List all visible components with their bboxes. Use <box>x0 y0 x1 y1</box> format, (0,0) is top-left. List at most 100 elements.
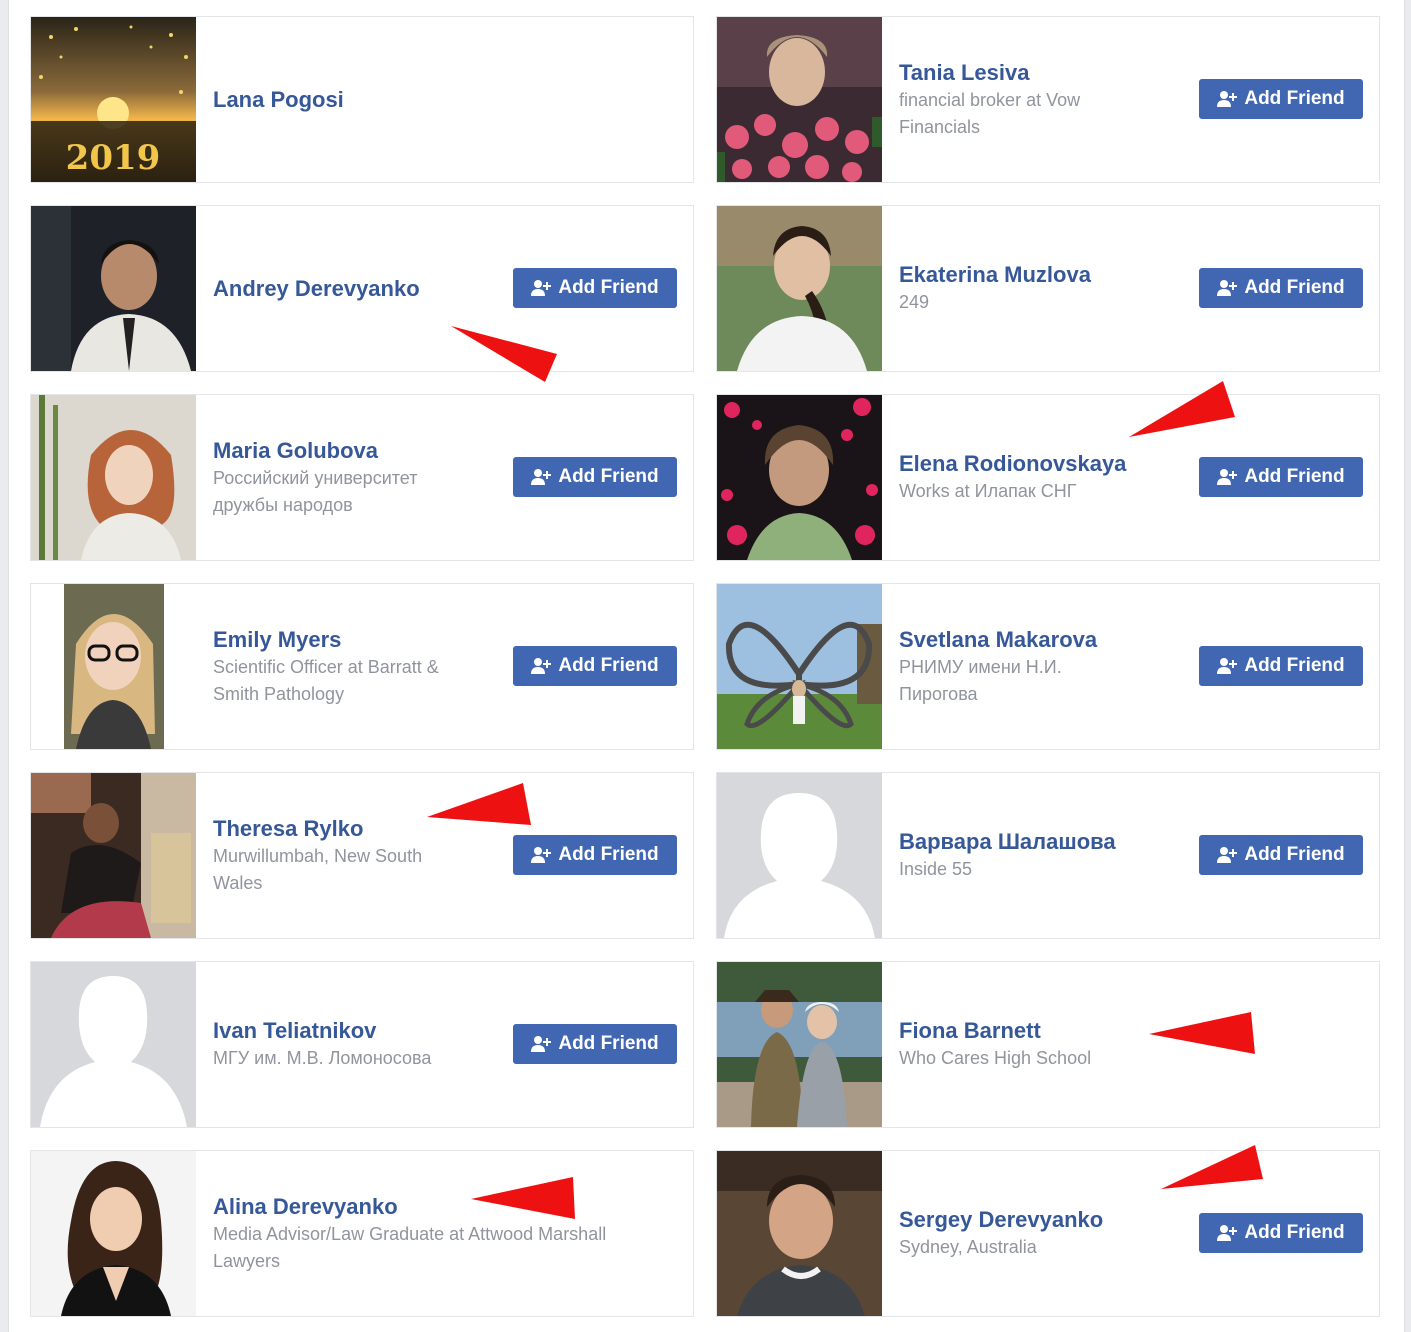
butterfly-sculpture-photo[interactable] <box>717 584 882 749</box>
friend-subtitle-line: РНИМУ имени Н.И. <box>899 656 1062 677</box>
friend-info: Alina Derevyanko Media Advisor/Law Gradu… <box>213 1151 683 1316</box>
add-friend-button[interactable]: Add Friend <box>1199 835 1363 875</box>
red-annotation-arrow <box>1129 381 1235 437</box>
add-friend-label: Add Friend <box>558 466 659 487</box>
friend-name[interactable]: Andrey Derevyanko <box>213 275 503 303</box>
friend-card: Emily Myers Scientific Officer at Barrat… <box>30 583 694 750</box>
add-person-icon <box>531 1035 552 1053</box>
man-portrait-photo[interactable] <box>717 1151 882 1316</box>
add-friend-button[interactable]: Add Friend <box>513 457 677 497</box>
friend-card: Tania Lesiva financial broker at Vow Fin… <box>716 16 1380 183</box>
woman-with-roses-photo[interactable] <box>717 17 882 182</box>
woman-portrait-photo[interactable] <box>31 1151 196 1316</box>
woman-outdoors-photo[interactable] <box>717 206 882 371</box>
friend-name[interactable]: Tania Lesiva <box>899 59 1189 87</box>
friend-name[interactable]: Svetlana Makarova <box>899 626 1189 654</box>
add-friend-label: Add Friend <box>1244 88 1345 109</box>
friend-subtitle-line: Financials <box>899 116 981 137</box>
default-female-avatar[interactable] <box>717 773 882 938</box>
friend-card: Sergey Derevyanko Sydney, Australia Add … <box>716 1145 1380 1317</box>
friend-card: Elena Rodionovskaya Works at Илапак СНГ … <box>716 381 1380 561</box>
add-friend-label: Add Friend <box>558 1033 659 1054</box>
friend-card: Andrey Derevyanko Add Friend <box>30 205 694 382</box>
add-friend-label: Add Friend <box>1244 655 1345 676</box>
man-in-suit-photo[interactable] <box>31 206 196 371</box>
red-annotation-arrow <box>471 1177 575 1219</box>
add-person-icon <box>1217 90 1238 108</box>
friend-info: Sergey Derevyanko Sydney, Australia <box>899 1151 1189 1316</box>
add-person-icon <box>1217 468 1238 486</box>
redhead-woman-photo[interactable] <box>31 395 196 560</box>
friend-subtitle-line: Murwillumbah, New South <box>213 845 423 866</box>
friend-subtitle-line: Inside 55 <box>899 859 973 879</box>
friend-subtitle-line: Пирогова <box>899 683 978 704</box>
add-friend-label: Add Friend <box>558 655 659 676</box>
friend-card: Ekaterina Muzlova 249 Add Friend <box>716 205 1380 372</box>
friend-card: Alina Derevyanko Media Advisor/Law Gradu… <box>30 1150 694 1317</box>
add-person-icon <box>531 468 552 486</box>
default-male-avatar[interactable] <box>31 962 196 1127</box>
friend-subtitle-line: Wales <box>213 872 263 893</box>
friend-suggestions-grid: 2019 Lana Pogosi Tania Lesiva financial … <box>30 16 1380 1317</box>
add-friend-button[interactable]: Add Friend <box>1199 1213 1363 1253</box>
friend-info: Tania Lesiva financial broker at Vow Fin… <box>899 17 1189 182</box>
friend-subtitle-line: Российский университет <box>213 467 418 488</box>
red-annotation-arrow <box>427 783 531 825</box>
couple-by-lake-photo[interactable] <box>717 962 882 1127</box>
add-person-icon <box>531 279 552 297</box>
add-friend-button[interactable]: Add Friend <box>1199 646 1363 686</box>
add-friend-label: Add Friend <box>1244 277 1345 298</box>
friend-name[interactable]: Варвара Шалашова <box>899 828 1189 856</box>
friend-info: Lana Pogosi <box>213 17 503 182</box>
friend-card: Ivan Teliatnikov МГУ им. М.В. Ломоносова… <box>30 961 694 1128</box>
friend-name[interactable]: Ivan Teliatnikov <box>213 1017 503 1045</box>
friend-name[interactable]: Ekaterina Muzlova <box>899 261 1189 289</box>
add-person-icon <box>1217 1224 1238 1242</box>
friend-name[interactable]: Elena Rodionovskaya <box>899 450 1189 478</box>
add-person-icon <box>531 846 552 864</box>
friend-subtitle-line: Works at Илапак СНГ <box>899 481 1077 501</box>
friend-subtitle-line: Who Cares High School <box>899 1048 1092 1068</box>
friend-card: Maria Golubova Российский университет др… <box>30 394 694 561</box>
friend-info: Emily Myers Scientific Officer at Barrat… <box>213 584 503 749</box>
add-friend-label: Add Friend <box>558 277 659 298</box>
add-friend-button[interactable]: Add Friend <box>1199 79 1363 119</box>
woman-with-glasses-photo[interactable] <box>31 584 196 749</box>
add-person-icon <box>1217 846 1238 864</box>
add-friend-label: Add Friend <box>1244 466 1345 487</box>
add-friend-button[interactable]: Add Friend <box>513 646 677 686</box>
friend-card: Theresa Rylko Murwillumbah, New South Wa… <box>30 772 694 939</box>
friend-subtitle-line: МГУ им. М.В. Ломоносова <box>213 1048 432 1068</box>
woman-with-hearts-photo[interactable] <box>717 395 882 560</box>
add-person-icon <box>1217 279 1238 297</box>
friend-name[interactable]: Fiona Barnett <box>899 1017 1189 1045</box>
woman-sitting-photo[interactable] <box>31 773 196 938</box>
new-year-2019-photo[interactable]: 2019 <box>31 17 196 182</box>
add-friend-button[interactable]: Add Friend <box>1199 268 1363 308</box>
friend-subtitle-line: financial broker at Vow <box>899 89 1081 110</box>
friend-card: Svetlana Makarova РНИМУ имени Н.И. Пирог… <box>716 583 1380 750</box>
red-annotation-arrow <box>1161 1145 1263 1189</box>
friend-info: Fiona Barnett Who Cares High School <box>899 962 1189 1127</box>
add-friend-button[interactable]: Add Friend <box>513 1024 677 1064</box>
add-friend-button[interactable]: Add Friend <box>1199 457 1363 497</box>
friend-subtitle-line: Scientific Officer at Barratt & <box>213 656 439 677</box>
red-annotation-arrow <box>451 326 557 382</box>
add-friend-button[interactable]: Add Friend <box>513 268 677 308</box>
friend-name[interactable]: Lana Pogosi <box>213 86 503 114</box>
add-person-icon <box>531 657 552 675</box>
friend-subtitle-line: дружбы народов <box>213 494 353 515</box>
add-friend-button[interactable]: Add Friend <box>513 835 677 875</box>
friend-name[interactable]: Maria Golubova <box>213 437 503 465</box>
friend-name[interactable]: Alina Derevyanko <box>213 1193 683 1221</box>
friend-info: Варвара Шалашова Inside 55 <box>899 773 1189 938</box>
friend-subtitle-line: Media Advisor/Law Graduate at Attwood Ma… <box>213 1223 607 1244</box>
add-friend-label: Add Friend <box>558 844 659 865</box>
friend-subtitle-line: Sydney, Australia <box>899 1237 1037 1257</box>
friend-card: Fiona Barnett Who Cares High School <box>716 961 1380 1128</box>
friend-subtitle-line: Smith Pathology <box>213 683 345 704</box>
friend-card: Варвара Шалашова Inside 55 Add Friend <box>716 772 1380 939</box>
friend-name[interactable]: Sergey Derevyanko <box>899 1206 1189 1234</box>
friend-name[interactable]: Emily Myers <box>213 626 503 654</box>
friend-card: 2019 Lana Pogosi <box>30 16 694 183</box>
